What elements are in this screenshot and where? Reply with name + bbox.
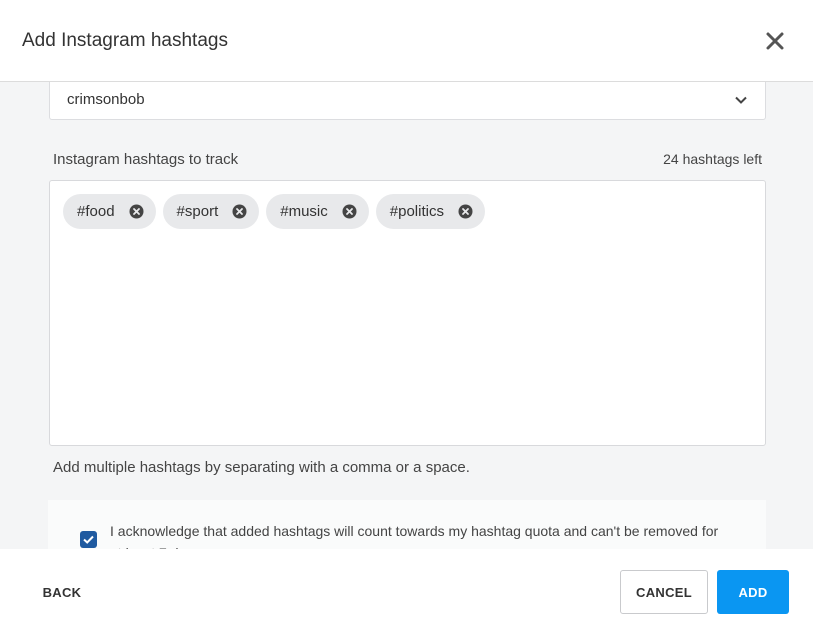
acknowledgement-text: I acknowledge that added hashtags will c… <box>110 523 719 549</box>
dialog-footer: BACK CANCEL ADD <box>0 549 813 633</box>
hashtags-label: Instagram hashtags to track <box>53 151 239 168</box>
hashtag-chip-label: #music <box>280 203 328 220</box>
account-select[interactable]: crimsonbob <box>49 82 766 120</box>
acknowledgement-checkbox[interactable] <box>80 531 97 548</box>
hashtag-chip: #politics <box>375 194 485 229</box>
chevron-down-icon <box>733 92 749 108</box>
hashtag-input[interactable]: #food #sport #music #politics <box>49 180 766 446</box>
acknowledgement-panel: I acknowledge that added hashtags will c… <box>48 500 766 549</box>
hashtag-chip-label: #sport <box>176 203 219 220</box>
account-select-value: crimsonbob <box>67 91 145 108</box>
remove-circle-icon[interactable] <box>129 204 144 219</box>
add-button[interactable]: ADD <box>717 570 789 614</box>
dialog-header: Add Instagram hashtags <box>0 0 813 82</box>
hashtag-chip-label: #food <box>77 203 115 220</box>
hashtags-hint: Add multiple hashtags by separating with… <box>53 459 470 476</box>
dialog-title: Add Instagram hashtags <box>22 30 228 51</box>
check-icon <box>83 535 94 544</box>
hashtag-chip: #sport <box>162 194 260 229</box>
remove-circle-icon[interactable] <box>232 204 247 219</box>
hashtag-chip: #food <box>63 194 156 229</box>
hashtag-chip-label: #politics <box>389 203 444 220</box>
remove-circle-icon[interactable] <box>342 204 357 219</box>
remove-circle-icon[interactable] <box>458 204 473 219</box>
back-button[interactable]: BACK <box>31 570 93 614</box>
cancel-button[interactable]: CANCEL <box>620 570 708 614</box>
hashtag-chip-list: #food #sport #music #politics <box>63 194 492 229</box>
hashtag-chip: #music <box>266 194 369 229</box>
close-icon[interactable] <box>762 28 788 54</box>
dialog-body: crimsonbob Instagram hashtags to track 2… <box>0 82 813 549</box>
hashtags-remaining: 24 hashtags left <box>663 151 762 167</box>
